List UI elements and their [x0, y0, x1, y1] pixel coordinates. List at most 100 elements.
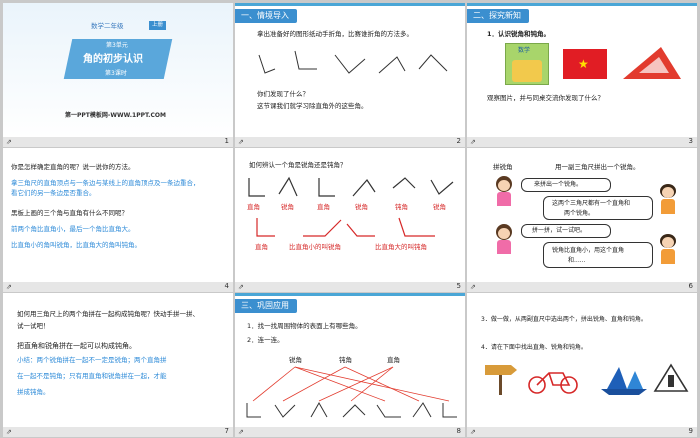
slide-number: 4 [224, 282, 229, 290]
flag-image: ★ [563, 49, 607, 79]
item-1: 1．找一找周围物体的表面上有哪些角。 [247, 322, 362, 330]
summary-line-3: 拼成钝角。 [17, 388, 50, 396]
bubble-text: 这两个三角尺都有一个直角和 [552, 200, 631, 207]
girl-avatar [493, 224, 515, 254]
slide-footer: ⇗ 5 [235, 282, 465, 292]
slide-number: 2 [456, 137, 461, 145]
share-icon[interactable]: ⇗ [470, 138, 476, 146]
share-icon[interactable]: ⇗ [238, 138, 244, 146]
share-icon[interactable]: ⇗ [470, 283, 476, 291]
share-icon[interactable]: ⇗ [470, 428, 476, 436]
slide-thumbnail-8[interactable]: 三、巩固应用 1．找一找周围物体的表面上有哪些角。 2．连一连。 锐角 钝角 直… [235, 293, 465, 437]
lesson-label: 第3课时 [105, 70, 127, 77]
subject-label: 数学二年级 [91, 22, 124, 30]
slide-thumbnail-5[interactable]: 如何辨认一个角是锐角还是钝角？ 直角 锐角 直角 锐角 钝角 锐角 直角 比直角… [235, 148, 465, 292]
grade-badge: 上册 [149, 21, 167, 30]
bubble-text: 两个锐角。 [564, 210, 595, 217]
slide-thumbnail-4[interactable]: 你是怎样确定直角的呢？说一说你的方法。 拿三角尺的直角顶点与一条边与某线上的直角… [3, 148, 233, 292]
question-text: 你们发现了什么？ [257, 90, 309, 98]
answer-2b: 比直角小的角叫锐角，比直角大的角叫钝角。 [11, 241, 141, 249]
bubble-text: 锐角比直角小，用这个直角 [552, 247, 625, 254]
conclusion-text: 这节课我们就学习除直角外的这些角。 [257, 102, 368, 110]
slide-footer: ⇗ 3 [467, 137, 697, 147]
item-1: 1．认识锐角和钝角。 [487, 30, 551, 38]
observe-text: 观察图片，并与同桌交流你发现了什么？ [487, 94, 604, 102]
slide-footer: ⇗ 1 [3, 137, 233, 147]
question-1: 你是怎样确定直角的呢？说一说你的方法。 [11, 163, 135, 171]
angle-label: 直角 [317, 203, 330, 211]
speech-bubble-4: 锐角比直角小，用这个直角 和...... [543, 242, 653, 268]
top-bar [235, 293, 465, 296]
star-icon: ★ [578, 57, 589, 71]
signpost-icon [485, 365, 517, 395]
slide-number: 3 [688, 137, 693, 145]
girl-avatar [493, 176, 515, 206]
match-label: 钝角 [339, 356, 352, 364]
match-label: 锐角 [289, 356, 302, 364]
slide-thumbnail-6[interactable]: 拼锐角 用一副三角尺拼出一个锐角。 来拼出一个锐角。 这两个三角尺都有一个直角和… [467, 148, 697, 292]
question-2: 黑板上画的三个角与直角有什么不同呢？ [11, 209, 128, 217]
math-book-image: 数学 [505, 43, 549, 85]
origami-boat-icon [601, 367, 647, 395]
answer-2a: 前两个角比直角小，最后一个角比直角大。 [11, 225, 135, 233]
matching-lines-figure [246, 366, 457, 418]
share-icon[interactable]: ⇗ [6, 283, 12, 291]
slide-number: 6 [688, 282, 693, 290]
summary-line-2: 在一起不是钝角；只有用直角和锐角拼在一起，才能 [17, 372, 167, 380]
site-label: 第一PPT模板网-WWW.1PPT.COM [65, 112, 166, 119]
boy-avatar [657, 234, 679, 264]
bubble-text: 拼一拼，试一试吧。 [532, 227, 587, 234]
slide-footer: ⇗ 6 [467, 282, 697, 292]
bubble-text: 来拼出一个锐角。 [534, 181, 583, 188]
question-line-2: 试一试吧！ [17, 322, 50, 330]
objects-figure [485, 363, 689, 395]
triangle-rulers-image [623, 47, 681, 79]
book-title: 数学 [518, 47, 531, 54]
item-2: 2．连一连。 [247, 336, 284, 344]
share-icon[interactable]: ⇗ [6, 138, 12, 146]
share-icon[interactable]: ⇗ [238, 428, 244, 436]
slide-title: 角的初步认识 [83, 54, 143, 65]
speech-bubble-2: 这两个三角尺都有一个直角和 两个锐角。 [543, 196, 653, 220]
question: 如何辨认一个角是锐角还是钝角？ [249, 161, 347, 169]
slide-number: 7 [224, 427, 229, 435]
share-icon[interactable]: ⇗ [6, 428, 12, 436]
section-tab: 一、情境导入 [235, 9, 297, 23]
instruction-text: 拿出准备好的图形纸动手折角，比赛谁折角的方法多。 [257, 30, 413, 38]
share-icon[interactable]: ⇗ [238, 283, 244, 291]
slide-thumbnail-7[interactable]: 如何用三角尺上的两个角拼在一起构成钝角呢？快动手拼一拼、 试一试吧！ 把直角和锐… [3, 293, 233, 437]
warning-sign-icon [653, 363, 689, 392]
slide-thumbnail-1[interactable]: 数学二年级 上册 第3单元 角的初步认识 第3课时 第一PPT模板网-WWW.1… [3, 3, 233, 147]
slide-thumbnail-3[interactable]: 二、探究新知 1．认识锐角和钝角。 数学 ★ 观察图片，并与同桌交流你发现了什么… [467, 3, 697, 147]
angle-label: 比直角小的叫锐角 [289, 243, 341, 251]
slide-footer: ⇗ 7 [3, 427, 233, 437]
answer-1a: 拿三角尺的直角顶点与一条边与某线上的直角顶点及一条边重合， [11, 179, 200, 187]
bubble-text: 和...... [568, 257, 586, 264]
angle-label: 钝角 [395, 203, 408, 211]
slide-footer: ⇗ 9 [467, 427, 697, 437]
section-tab: 二、探究新知 [467, 9, 529, 23]
book-cover-art [512, 60, 542, 82]
section-tab: 三、巩固应用 [235, 299, 297, 313]
match-label: 直角 [387, 356, 400, 364]
slide-number: 8 [456, 427, 461, 435]
angle-label: 锐角 [433, 203, 446, 211]
angle-label: 锐角 [281, 203, 294, 211]
top-bar [235, 3, 465, 6]
answer-text: 把直角和锐角拼在一起可以构成钝角。 [17, 342, 136, 350]
slide-thumbnail-2[interactable]: 一、情境导入 拿出准备好的图形纸动手折角，比赛谁折角的方法多。 你们发现了什么？… [235, 3, 465, 147]
speech-bubble-1: 来拼出一个锐角。 [521, 178, 611, 192]
angles-row-2 [256, 217, 435, 237]
summary-line-1: 小结：两个锐角拼在一起不一定是锐角；两个直角拼 [17, 356, 167, 364]
angle-label: 直角 [247, 203, 260, 211]
angle-label: 比直角大的叫钝角 [375, 243, 427, 251]
slide-grid: 数学二年级 上册 第3单元 角的初步认识 第3课时 第一PPT模板网-WWW.1… [0, 0, 700, 438]
bicycle-icon [528, 372, 578, 394]
slide-thumbnail-9[interactable]: 3．做一做，从两副直尺中选出两个，拼出锐角、直角和钝角。 4．请在下面中找出直角… [467, 293, 697, 437]
item-4: 4．请在下面中找出直角、锐角和钝角。 [481, 344, 587, 351]
slide-footer: ⇗ 2 [235, 137, 465, 147]
answer-1b: 看它们的另一条边是否重合。 [11, 189, 96, 197]
slide-number: 9 [688, 427, 693, 435]
slide-number: 5 [456, 282, 461, 290]
activity-hint: 用一副三角尺拼出一个锐角。 [555, 163, 640, 171]
